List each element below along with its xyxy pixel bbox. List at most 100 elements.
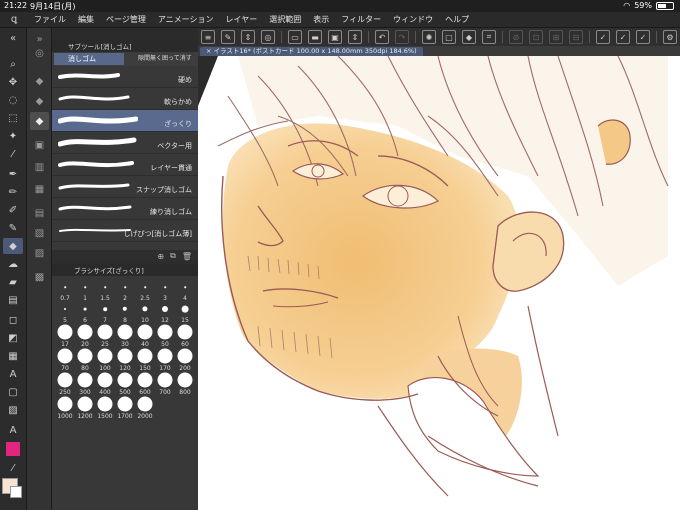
size-option[interactable]: 15 <box>176 302 194 324</box>
delete-subtool-icon[interactable]: 🗑 <box>182 252 192 261</box>
size-option[interactable]: 100 <box>96 348 114 372</box>
deselect-icon[interactable]: ⊘ <box>509 30 523 44</box>
close-icon[interactable]: × <box>206 47 211 55</box>
crop-icon[interactable]: ⌗ <box>482 30 496 44</box>
size-option[interactable]: 0.7 <box>56 280 74 302</box>
tab-fill-erase[interactable]: 隙間無く囲って消す <box>124 53 192 65</box>
zoom-icon[interactable]: ⌕ <box>3 56 23 72</box>
hamburger-icon[interactable]: ≡ <box>201 30 215 44</box>
size-option[interactable]: 20 <box>76 324 94 348</box>
tool-property-icon[interactable]: ▣ <box>30 136 49 154</box>
size-option[interactable]: 700 <box>156 372 174 396</box>
size-option[interactable]: 5 <box>56 302 74 324</box>
size-option[interactable]: 50 <box>156 324 174 348</box>
eraser-icon[interactable]: ◆ <box>3 238 23 254</box>
size-option[interactable]: 1.5 <box>96 280 114 302</box>
frame-icon[interactable]: ◩ <box>3 330 23 346</box>
brush-item[interactable]: 軟らかめ <box>52 88 198 110</box>
size-option[interactable]: 200 <box>176 348 194 372</box>
drawing-canvas[interactable] <box>198 56 680 510</box>
brush-item[interactable]: ベクター用 <box>52 132 198 154</box>
eyedropper-icon[interactable]: ⁄ <box>3 146 23 162</box>
loading-icon[interactable]: ✺ <box>422 30 436 44</box>
size-option[interactable]: 70 <box>56 348 74 372</box>
tab-eraser[interactable]: 消しゴム <box>54 53 124 65</box>
sub-color-swatch[interactable] <box>10 486 22 498</box>
size-option[interactable]: 2.5 <box>136 280 154 302</box>
shrink-selection-icon[interactable]: ⊟ <box>569 30 583 44</box>
fill-icon[interactable]: ◆ <box>462 30 476 44</box>
size-option[interactable]: 12 <box>156 302 174 324</box>
color-wheel-icon[interactable]: ▦ <box>30 180 49 198</box>
expand-selection-icon[interactable]: ⊞ <box>549 30 563 44</box>
brush-item[interactable]: スナップ消しゴム <box>52 176 198 198</box>
stepper-icon[interactable]: ⇕ <box>241 30 255 44</box>
eraser-rough-icon[interactable]: ◆ <box>30 112 49 130</box>
menu-file[interactable]: ファイル <box>28 14 72 25</box>
settings-icon[interactable]: ⚙ <box>663 30 677 44</box>
size-option[interactable]: 60 <box>176 324 194 348</box>
size-option[interactable]: 80 <box>76 348 94 372</box>
navigator-icon[interactable]: ◎ <box>30 44 49 62</box>
menu-window[interactable]: ウィンドウ <box>387 14 439 25</box>
menu-filter[interactable]: フィルター <box>335 14 387 25</box>
add-subtool-icon[interactable]: ⊕ <box>157 252 164 261</box>
tab-illustration[interactable]: × イラスト16* (ポストカード 100.00 x 148.00mm 350d… <box>200 47 423 56</box>
brush-icon[interactable]: ✐ <box>3 202 23 218</box>
copy-subtool-icon[interactable]: ⧉ <box>170 251 176 261</box>
gradient-icon[interactable]: ▤ <box>3 292 23 308</box>
pen-settings-icon[interactable]: ✎ <box>221 30 235 44</box>
size-option[interactable]: 250 <box>56 372 74 396</box>
pen-icon[interactable]: ✒ <box>3 166 23 182</box>
size-option[interactable]: 40 <box>136 324 154 348</box>
ruler-snap-icon[interactable]: ✓ <box>596 30 610 44</box>
menu-selection[interactable]: 選択範囲 <box>263 14 307 25</box>
blend-icon[interactable]: ☁ <box>3 256 23 272</box>
size-option[interactable]: 10 <box>136 302 154 324</box>
size-option[interactable]: 400 <box>96 372 114 396</box>
size-option[interactable]: 120 <box>116 348 134 372</box>
selection-icon[interactable]: ⬚ <box>3 110 23 126</box>
size-option[interactable]: 170 <box>156 348 174 372</box>
dropper-icon[interactable]: ⁄ <box>3 460 23 476</box>
pencil-icon[interactable]: ✏ <box>3 184 23 200</box>
auto-select-icon[interactable]: ✦ <box>3 128 23 144</box>
size-option[interactable]: 8 <box>116 302 134 324</box>
save-icon[interactable]: ▣ <box>328 30 342 44</box>
size-option[interactable]: 1500 <box>96 396 114 420</box>
size-option[interactable]: 25 <box>96 324 114 348</box>
material-icon[interactable]: ▩ <box>30 268 49 286</box>
open-folder-icon[interactable]: ▬ <box>308 30 322 44</box>
menu-animation[interactable]: アニメーション <box>152 14 220 25</box>
brush-item[interactable]: 硬め <box>52 66 198 88</box>
menu-layer[interactable]: レイヤー <box>220 14 264 25</box>
size-option[interactable]: 300 <box>76 372 94 396</box>
stack-icon[interactable]: ▨ <box>30 244 49 262</box>
brush-item[interactable]: ざっくり <box>52 110 198 132</box>
size-option[interactable]: 1200 <box>76 396 94 420</box>
balloon-icon[interactable]: ▢ <box>3 384 23 400</box>
size-option[interactable]: 500 <box>116 372 134 396</box>
size-option[interactable]: 30 <box>116 324 134 348</box>
redo-icon[interactable]: ↷ <box>395 30 409 44</box>
undo-icon[interactable]: ↶ <box>375 30 389 44</box>
app-logo-icon[interactable]: ꝗ <box>0 14 28 25</box>
color-swatch[interactable] <box>6 442 20 456</box>
brush-item[interactable]: レイヤー貫通 <box>52 154 198 176</box>
move-icon[interactable]: ✥ <box>3 74 23 90</box>
size-option[interactable]: 2 <box>116 280 134 302</box>
menu-page[interactable]: ページ管理 <box>100 14 152 25</box>
clear-icon[interactable]: ▢ <box>442 30 456 44</box>
size-option[interactable]: 600 <box>136 372 154 396</box>
brush-item[interactable]: 練り消しゴム <box>52 198 198 220</box>
size-option[interactable]: 2000 <box>136 396 154 420</box>
figure-icon[interactable]: ◻ <box>3 312 23 328</box>
size-option[interactable]: 800 <box>176 372 194 396</box>
invert-selection-icon[interactable]: ⊡ <box>529 30 543 44</box>
size-option[interactable]: 150 <box>136 348 154 372</box>
quick-access-icon[interactable]: ◎ <box>261 30 275 44</box>
size-option[interactable]: 4 <box>176 280 194 302</box>
collapse-icon[interactable]: « <box>3 30 23 46</box>
eraser-soft-icon[interactable]: ◆ <box>30 92 49 110</box>
size-option[interactable]: 7 <box>96 302 114 324</box>
